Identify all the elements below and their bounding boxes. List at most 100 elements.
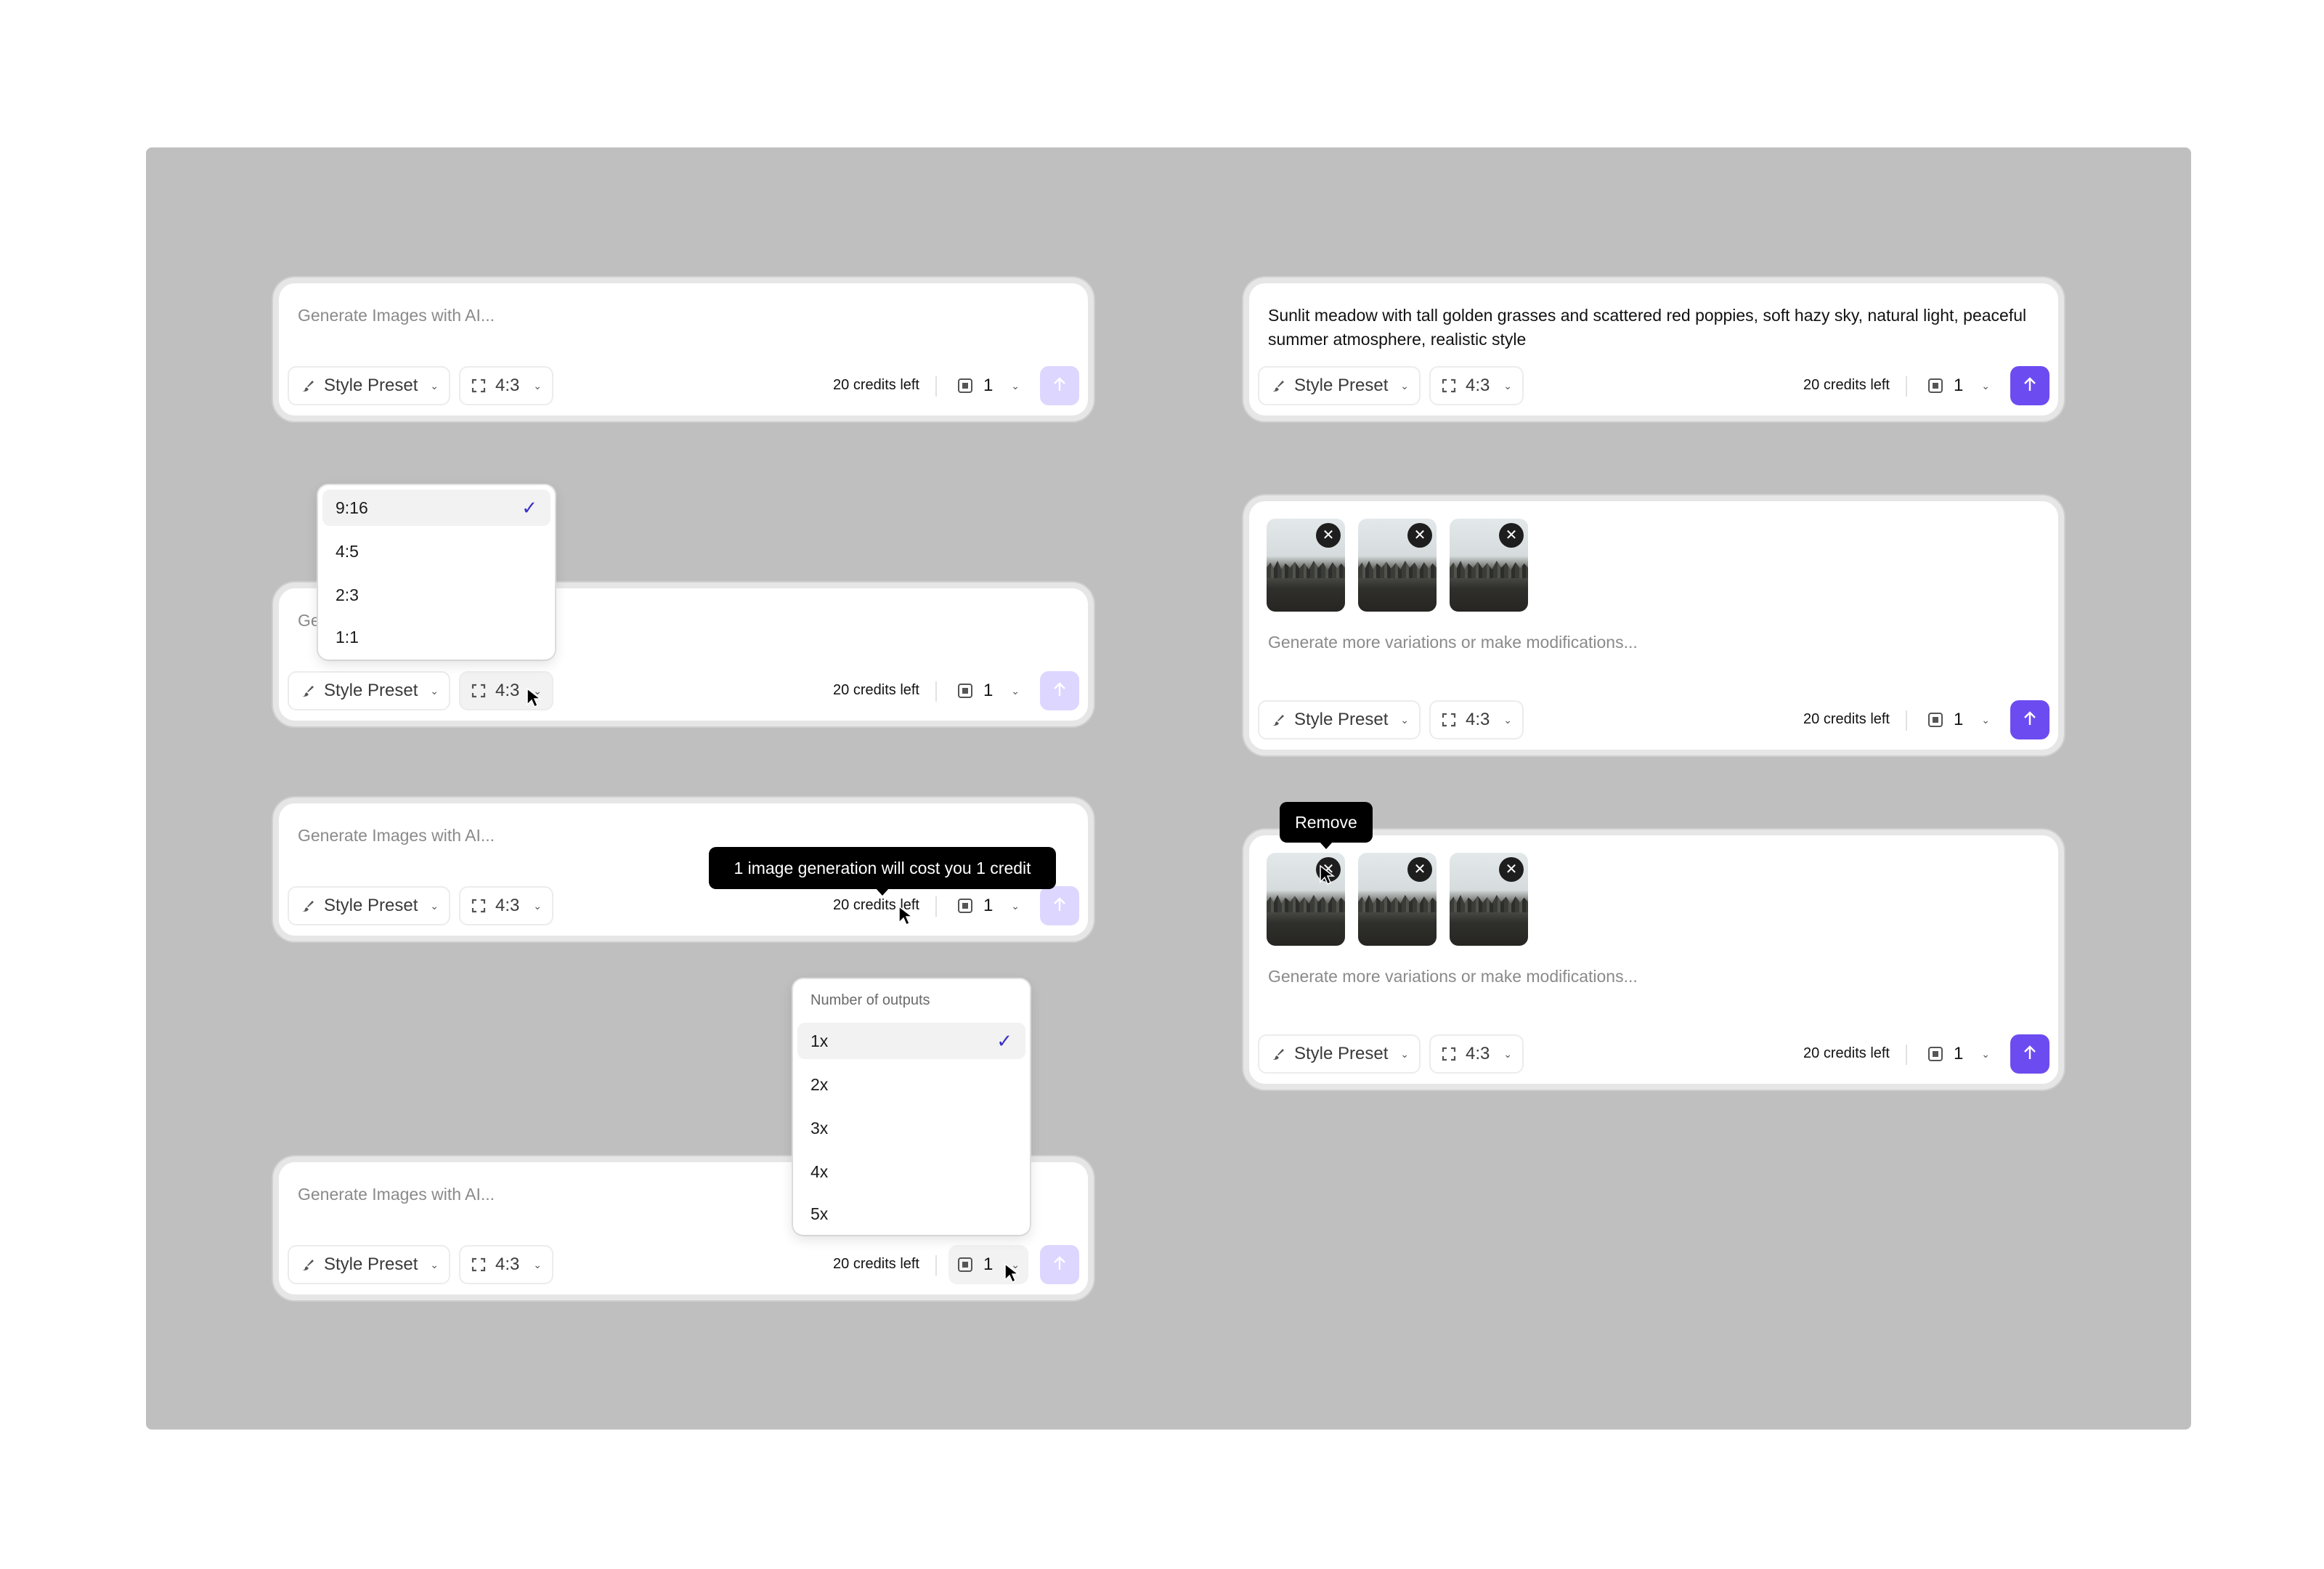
style-preset-label: Style Preset (324, 1254, 418, 1274)
credits-left: 20 credits left (833, 377, 919, 393)
attached-image: ✕ (1450, 519, 1528, 612)
send-button[interactable] (2010, 366, 2049, 405)
aspect-option[interactable]: 9:16 ✓ (322, 490, 550, 526)
style-preset-button[interactable]: Style Preset ⌄ (1258, 1034, 1421, 1074)
outputs-option[interactable]: 5x (797, 1196, 1025, 1232)
close-icon[interactable]: ✕ (1499, 523, 1524, 548)
aspect-ratio-button[interactable]: 4:3 ⌄ (1429, 366, 1524, 405)
arrow-up-icon (1052, 896, 1067, 916)
style-preset-label: Style Preset (1294, 1044, 1389, 1063)
aspect-ratio-value: 4:3 (1466, 376, 1490, 395)
outputs-value: 1 (983, 896, 994, 915)
chevron-down-icon: ⌄ (1503, 1047, 1512, 1060)
outputs-option[interactable]: 2x (797, 1066, 1025, 1103)
style-preset-label: Style Preset (324, 681, 418, 700)
outputs-button[interactable]: 1 ⌄ (948, 366, 1028, 405)
toolbar-divider (1906, 376, 1907, 397)
chevron-down-icon: ⌄ (430, 379, 439, 392)
outputs-option[interactable]: 1x ✓ (797, 1023, 1025, 1059)
outputs-button[interactable]: 1 ⌄ (948, 886, 1028, 925)
chevron-down-icon: ⌄ (1981, 1047, 1990, 1060)
style-preset-button[interactable]: Style Preset ⌄ (288, 366, 450, 405)
close-icon[interactable]: ✕ (1499, 857, 1524, 882)
close-icon[interactable]: ✕ (1316, 523, 1341, 548)
prompt-card-with-images: ✕ ✕ ✕ Generate more variations or make m… (1249, 501, 2058, 750)
chevron-down-icon: ⌄ (430, 684, 439, 697)
style-preset-button[interactable]: Style Preset ⌄ (1258, 700, 1421, 739)
attached-image: ✕ (1450, 853, 1528, 946)
outputs-button[interactable]: 1 ⌄ (948, 671, 1028, 710)
style-preset-label: Style Preset (1294, 710, 1389, 729)
forest-image (1358, 895, 1437, 912)
image-icon (957, 1257, 973, 1273)
outputs-option[interactable]: 3x (797, 1110, 1025, 1146)
attached-images: ✕ ✕ ✕ (1267, 519, 1528, 612)
aspect-ratio-button[interactable]: 4:3 ⌄ (1429, 1034, 1524, 1074)
chevron-down-icon: ⌄ (1503, 379, 1512, 392)
forest-image (1450, 895, 1528, 912)
outputs-value: 1 (983, 1254, 994, 1274)
aspect-ratio-value: 4:3 (1466, 710, 1490, 729)
prompt-input[interactable]: Generate Images with AI... (298, 824, 1059, 848)
style-preset-button[interactable]: Style Preset ⌄ (288, 886, 450, 925)
aspect-option[interactable]: 2:3 (322, 577, 550, 613)
outputs-button[interactable]: 1 ⌄ (1919, 700, 1999, 739)
aspect-ratio-button[interactable]: 4:3 ⌄ (1429, 700, 1524, 739)
image-icon (1927, 1046, 1943, 1062)
prompt-toolbar: Style Preset ⌄ 4:3 ⌄ 20 credits left 1 ⌄ (1258, 1034, 2049, 1075)
outputs-option[interactable]: 4x (797, 1154, 1025, 1190)
style-preset-button[interactable]: Style Preset ⌄ (288, 671, 450, 710)
close-icon[interactable]: ✕ (1407, 857, 1432, 882)
arrow-up-icon (2023, 1045, 2037, 1064)
attached-image: ✕ (1267, 519, 1345, 612)
prompt-card-remove-tooltip: ✕ ✕ ✕ Generate more variations or make m… (1249, 835, 2058, 1084)
chevron-down-icon: ⌄ (1400, 713, 1409, 726)
prompt-input[interactable]: Generate more variations or make modific… (1268, 631, 2029, 654)
prompt-input[interactable]: Generate more variations or make modific… (1268, 965, 2029, 989)
outputs-dropdown-header: Number of outputs (810, 992, 930, 1008)
chevron-down-icon: ⌄ (1011, 899, 1020, 912)
send-button[interactable] (1040, 1245, 1079, 1284)
send-button[interactable] (1040, 366, 1079, 405)
forest-image (1267, 895, 1345, 912)
arrow-up-icon (2023, 376, 2037, 396)
prompt-toolbar: Style Preset ⌄ 4:3 ⌄ 20 credits left 1 ⌄ (288, 886, 1079, 927)
outputs-option-label: 4x (810, 1161, 829, 1181)
outputs-value: 1 (983, 681, 994, 700)
image-icon (1927, 378, 1943, 394)
attached-image: ✕ (1358, 853, 1437, 946)
outputs-button[interactable]: 1 ⌄ (1919, 366, 1999, 405)
arrow-up-icon (1052, 376, 1067, 396)
mouse-cursor-icon (527, 687, 542, 708)
chevron-down-icon: ⌄ (430, 1258, 439, 1270)
remove-tooltip: Remove (1280, 802, 1373, 849)
aspect-option-label: 4:5 (336, 541, 359, 561)
style-preset-button[interactable]: Style Preset ⌄ (1258, 366, 1421, 405)
aspect-option[interactable]: 1:1 (322, 619, 550, 655)
prompt-toolbar: Style Preset ⌄ 4:3 ⌄ 20 credits left 1 ⌄ (1258, 366, 2049, 407)
prompt-input[interactable]: Generate Images with AI... (298, 304, 1059, 328)
aspect-ratio-value: 4:3 (495, 1254, 520, 1274)
chevron-down-icon: ⌄ (1503, 713, 1512, 726)
brush-icon (1269, 712, 1285, 728)
image-icon (1927, 712, 1943, 728)
toolbar-divider (1906, 710, 1907, 731)
chevron-down-icon: ⌄ (1011, 684, 1020, 697)
aspect-ratio-button[interactable]: 4:3 ⌄ (459, 1245, 553, 1284)
credits-left: 20 credits left (833, 682, 919, 698)
prompt-input[interactable]: Sunlit meadow with tall golden grasses a… (1268, 304, 2029, 352)
send-button[interactable] (2010, 700, 2049, 739)
brush-icon (299, 898, 315, 914)
aspect-ratio-button[interactable]: 4:3 ⌄ (459, 366, 553, 405)
send-button[interactable] (1040, 886, 1079, 925)
close-icon[interactable]: ✕ (1407, 523, 1432, 548)
send-button[interactable] (2010, 1034, 2049, 1074)
outputs-button[interactable]: 1 ⌄ (1919, 1034, 1999, 1074)
style-preset-button[interactable]: Style Preset ⌄ (288, 1245, 450, 1284)
aspect-ratio-button[interactable]: 4:3 ⌄ (459, 886, 553, 925)
check-icon: ✓ (521, 496, 537, 519)
credits-left: 20 credits left (1803, 711, 1890, 727)
send-button[interactable] (1040, 671, 1079, 710)
aspect-option[interactable]: 4:5 (322, 533, 550, 569)
chevron-down-icon: ⌄ (533, 1258, 542, 1270)
